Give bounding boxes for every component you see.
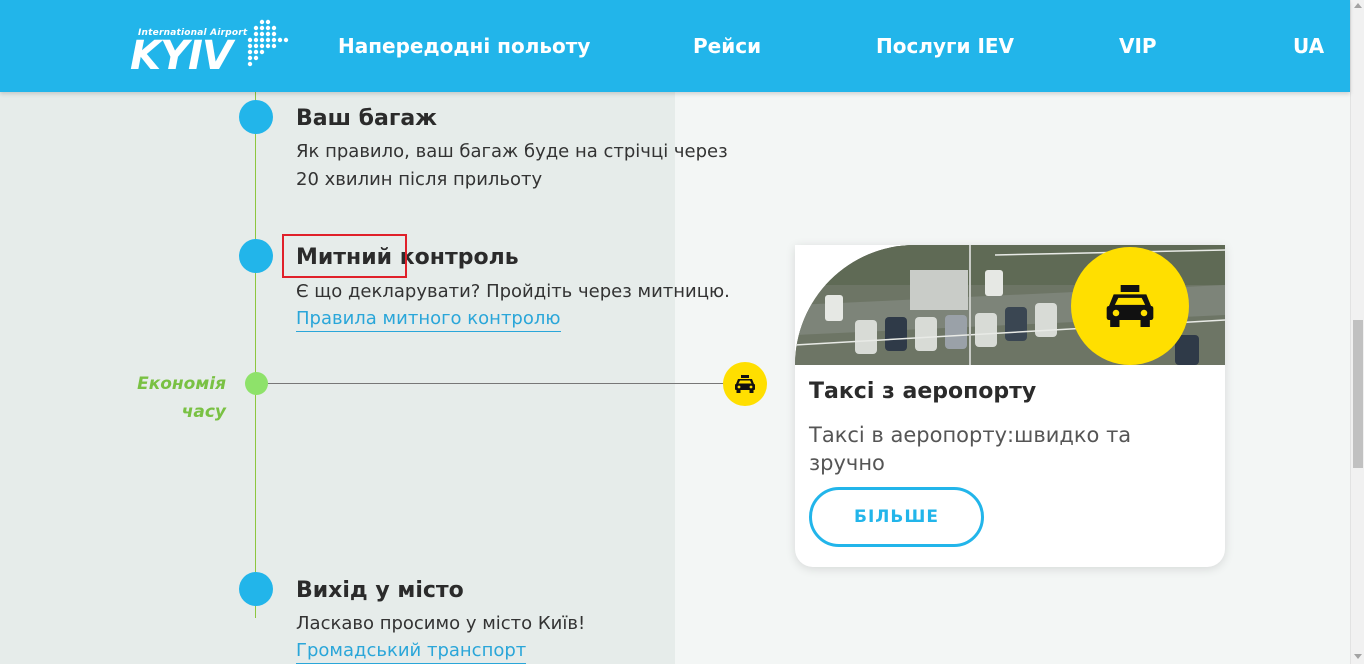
site-header: International Airport KYIV Напередодні п… [0, 0, 1350, 92]
more-button[interactable]: БІЛЬШЕ [809, 487, 984, 547]
timeline-dot [239, 100, 273, 134]
scroll-up-arrow-icon[interactable] [1354, 3, 1362, 8]
parking-photo [795, 245, 1225, 365]
taxi-icon [1106, 285, 1154, 327]
taxi-icon[interactable] [723, 362, 767, 406]
time-savings-dot [245, 372, 268, 395]
page-scrollbar[interactable] [1350, 0, 1364, 664]
step-desc-line: 20 хвилин після прильоту [296, 169, 543, 190]
customs-rules-link[interactable]: Правила митного контролю [296, 307, 561, 332]
scrollbar-thumb[interactable] [1353, 320, 1363, 468]
nav-vip[interactable]: VIP [1119, 34, 1157, 58]
step-title-baggage: Ваш багаж [296, 106, 438, 131]
step-title-exit: Вихід у місто [296, 578, 464, 603]
nav-services[interactable]: Послуги IEV [876, 34, 1014, 58]
taxi-icon [1071, 247, 1189, 365]
time-savings-label: Економія часу [120, 370, 226, 426]
time-savings-line: часу [181, 402, 226, 422]
logo-dots-icon [247, 19, 289, 67]
time-savings-line: Економія [137, 374, 226, 394]
highlight-box [282, 234, 407, 278]
step-desc-exit: Ласкаво просимо у місто Київ! [296, 613, 586, 634]
timeline-line [255, 92, 256, 618]
language-selector[interactable]: UA [1293, 34, 1324, 58]
card-description: Таксі в аеропорту:швидко та зручно [809, 423, 1132, 475]
taxi-icon [735, 375, 755, 393]
nav-before-flight[interactable]: Напередодні польоту [338, 34, 590, 58]
logo-title: KYIV [130, 33, 233, 79]
step-desc-line: Як правило, ваш багаж буде на стрічці че… [296, 141, 728, 162]
public-transport-link[interactable]: Громадський транспорт [296, 639, 527, 664]
airport-logo[interactable]: International Airport KYIV [130, 18, 290, 78]
card-title: Таксі з аеропорту [809, 379, 1037, 404]
timeline-dot [239, 572, 273, 606]
taxi-card: Таксі з аеропорту Таксі в аеропорту:швид… [795, 245, 1225, 567]
nav-flights[interactable]: Рейси [693, 34, 761, 58]
connector-line [268, 383, 725, 384]
timeline-dot [239, 239, 273, 273]
step-desc-customs: Є що декларувати? Пройдіть через митницю… [296, 281, 730, 302]
timeline-panel-background [0, 0, 675, 664]
scroll-down-arrow-icon[interactable] [1354, 654, 1362, 659]
step-desc-baggage: Як правило, ваш багаж буде на стрічці че… [296, 138, 728, 194]
